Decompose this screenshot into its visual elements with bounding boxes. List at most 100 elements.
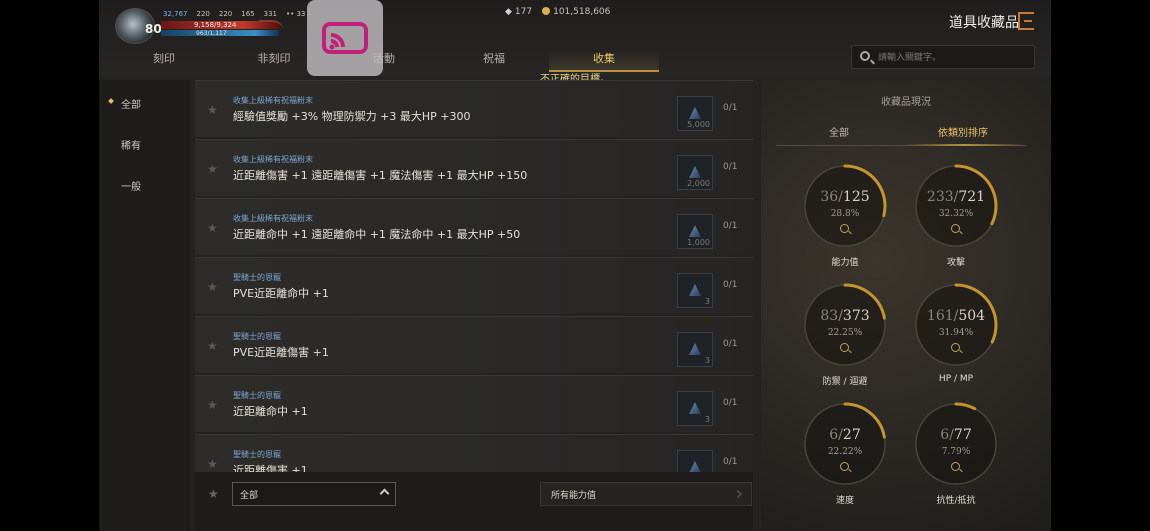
- item-description: 近距離命中 +1 遠距離命中 +1 魔法命中 +1 最大HP +50: [233, 228, 521, 241]
- tab-collection[interactable]: 收集: [549, 50, 659, 72]
- screen-cast-button[interactable]: [307, 0, 383, 76]
- search-input[interactable]: [878, 50, 1028, 65]
- panel-tab-by-category[interactable]: 依類別排序: [938, 124, 988, 139]
- favorite-star-icon[interactable]: ★: [207, 103, 218, 117]
- filter-all[interactable]: 全部: [121, 96, 141, 111]
- gauge-owned: 233: [926, 189, 954, 205]
- material-quantity: 1,000: [687, 238, 710, 247]
- gauge-ability[interactable]: 36/125 28.8% 能力值: [802, 163, 892, 273]
- gauge-owned: 6: [829, 427, 839, 443]
- zoom-icon[interactable]: [840, 462, 849, 471]
- gold-currency: 101,518,606: [542, 7, 610, 17]
- list-item[interactable]: ★ 聖騎士的恩寵 PVE近距離命中 +1 3 0/1: [195, 257, 753, 314]
- panel-tab-all[interactable]: 全部: [829, 124, 849, 139]
- gauge-resistance[interactable]: 6/77 7.79% 抗性/抵抗: [913, 401, 1003, 511]
- favorites-filter-star-icon[interactable]: ★: [208, 487, 219, 501]
- stat-3: 165: [241, 10, 255, 18]
- search-box: [851, 45, 1035, 69]
- page-title: 道具收藏品: [949, 15, 1019, 31]
- gauge-total: 125: [842, 189, 870, 205]
- panel-tab-indicator: [903, 144, 1026, 146]
- material-quantity: 3: [704, 356, 710, 365]
- item-category: 聖騎士的恩寵: [233, 273, 281, 282]
- tab-blessing[interactable]: 祝福: [439, 50, 549, 72]
- item-description: PVE近距離傷害 +1: [233, 346, 329, 359]
- favorite-star-icon[interactable]: ★: [207, 162, 218, 176]
- character-level: 80: [145, 22, 162, 36]
- collection-list: ★ 收集上級稀有祝福粉末 經驗值獎勵 +3% 物理防禦力 +3 最大HP +30…: [195, 80, 753, 472]
- bottom-filter-bar: ★ 全部 所有能力值: [195, 472, 753, 531]
- panel-title: 收藏品現況: [881, 97, 931, 108]
- zoom-icon[interactable]: [951, 224, 960, 233]
- letterbox-left: [0, 0, 99, 531]
- top-bar: 80 32,767 220 220 165 331 •• 33 – 9,158/…: [99, 0, 1051, 76]
- material-quantity: 2,000: [687, 179, 710, 188]
- zoom-icon[interactable]: [840, 224, 849, 233]
- zoom-icon[interactable]: [951, 343, 960, 352]
- gauge-total: 373: [842, 308, 870, 324]
- item-category: 收集上級稀有祝福粉末: [233, 96, 313, 105]
- favorite-star-icon[interactable]: ★: [207, 339, 218, 353]
- material-slot[interactable]: 3: [677, 332, 713, 367]
- gauge-speed[interactable]: 6/27 22.22% 速度: [802, 401, 892, 511]
- gauge-label: 攻擊: [946, 258, 965, 268]
- tab-engraved[interactable]: 刻印: [109, 50, 219, 72]
- stat-dropdown[interactable]: 所有能力值: [540, 482, 752, 506]
- gauge-defense[interactable]: 83/373 22.25% 防禦 / 迴避: [802, 282, 892, 392]
- item-category: 收集上級稀有祝福粉末: [233, 155, 313, 164]
- gauge-total: 721: [958, 189, 986, 205]
- list-item[interactable]: ★ 收集上級稀有祝福粉末 經驗值獎勵 +3% 物理防禦力 +3 最大HP +30…: [195, 80, 753, 137]
- gauge-owned: 161: [926, 308, 954, 324]
- category-dropdown[interactable]: 全部: [232, 482, 396, 506]
- stat-power: 32,767: [163, 10, 188, 18]
- item-description: 近距離傷害 +1: [233, 464, 308, 472]
- item-count: 0/1: [723, 339, 738, 349]
- list-item[interactable]: ★ 聖騎士的恩寵 近距離命中 +1 3 0/1: [195, 375, 753, 432]
- filter-common[interactable]: 一般: [121, 178, 141, 193]
- list-item[interactable]: ★ 收集上級稀有祝福粉末 近距離命中 +1 遠距離命中 +1 魔法命中 +1 最…: [195, 198, 753, 255]
- gauge-owned: 6: [940, 427, 950, 443]
- chevron-right-icon: [733, 489, 743, 499]
- item-description: 近距離傷害 +1 遠距離傷害 +1 魔法傷害 +1 最大HP +150: [233, 169, 528, 182]
- zoom-icon[interactable]: [951, 462, 960, 471]
- item-description: 近距離命中 +1: [233, 405, 308, 418]
- filter-rare[interactable]: 稀有: [121, 137, 141, 152]
- gauge-total: 504: [958, 308, 986, 324]
- collection-screen: 80 32,767 220 220 165 331 •• 33 – 9,158/…: [99, 0, 1051, 531]
- gauge-percent: 22.22%: [827, 447, 863, 457]
- gauge-count: 6/27: [829, 427, 861, 443]
- gauge-hp-mp[interactable]: 161/504 31.94% HP / MP: [913, 282, 1003, 392]
- material-slot[interactable]: 2,000: [677, 155, 713, 190]
- gauge-ring: [914, 164, 998, 248]
- material-slot[interactable]: 3: [677, 391, 713, 426]
- material-slot[interactable]: 1,000: [677, 214, 713, 249]
- list-item[interactable]: ★ 聖騎士的恩寵 近距離傷害 +1 0/1: [195, 434, 753, 472]
- zoom-icon[interactable]: [840, 343, 849, 352]
- material-slot[interactable]: 3: [677, 273, 713, 308]
- favorite-star-icon[interactable]: ★: [207, 457, 218, 471]
- favorite-star-icon[interactable]: ★: [207, 398, 218, 412]
- chevron-up-icon: [379, 488, 390, 499]
- list-item[interactable]: ★ 收集上級稀有祝福粉末 近距離傷害 +1 遠距離傷害 +1 魔法傷害 +1 最…: [195, 139, 753, 196]
- character-stats: 32,767 220 220 165 331 •• 33 –: [163, 10, 311, 18]
- gem-icon: ◆: [505, 7, 512, 17]
- letterbox-right: [1051, 0, 1150, 531]
- gauge-count: 83/373: [820, 308, 870, 324]
- material-slot[interactable]: 5,000: [677, 96, 713, 131]
- gauge-count: 6/77: [940, 427, 972, 443]
- gauge-owned: 36: [820, 189, 839, 205]
- rarity-filter: 全部 稀有 一般: [99, 80, 191, 531]
- material-quantity: 5,000: [687, 120, 710, 129]
- gauge-percent: 7.79%: [941, 447, 971, 457]
- gauge-ring: [914, 402, 998, 486]
- gauge-attack[interactable]: 233/721 32.32% 攻擊: [913, 163, 1003, 273]
- favorite-star-icon[interactable]: ★: [207, 221, 218, 235]
- favorite-star-icon[interactable]: ★: [207, 280, 218, 294]
- item-count: 0/1: [723, 398, 738, 408]
- exit-icon[interactable]: [1018, 12, 1034, 30]
- list-item[interactable]: ★ 聖騎士的恩寵 PVE近距離傷害 +1 3 0/1: [195, 316, 753, 373]
- item-count: 0/1: [723, 103, 738, 113]
- item-description: 經驗值獎勵 +3% 物理防禦力 +3 最大HP +300: [233, 110, 471, 123]
- material-quantity: 3: [704, 297, 710, 306]
- material-slot[interactable]: [677, 450, 713, 472]
